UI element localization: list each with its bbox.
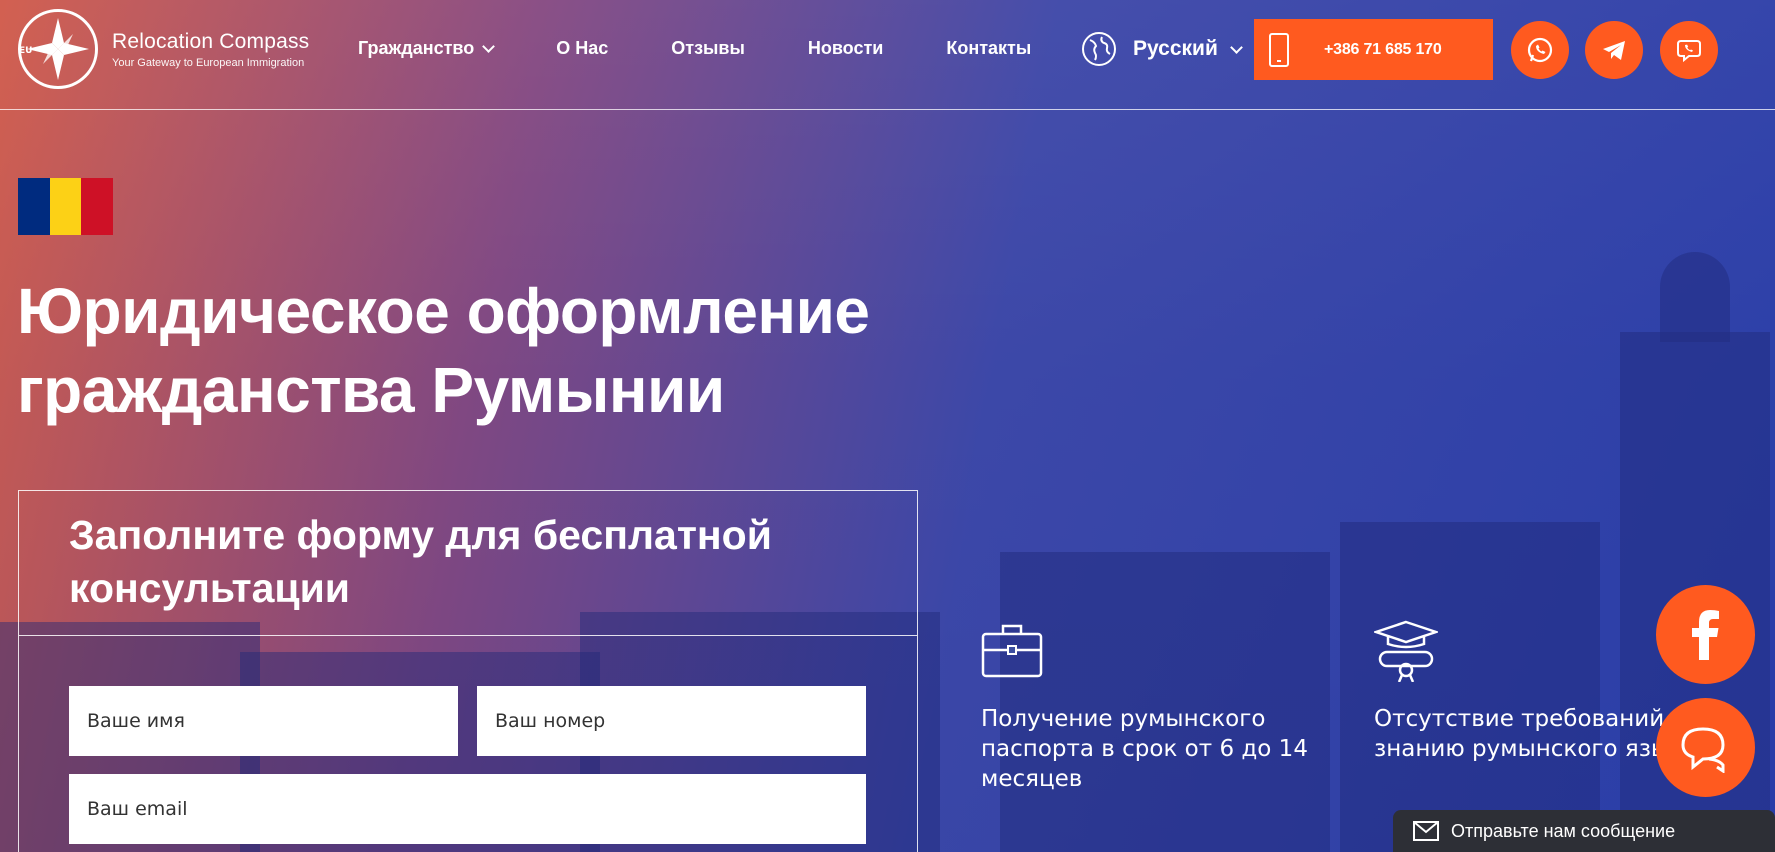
page-title-line-2: гражданства Румынии [17, 354, 725, 426]
facebook-button[interactable] [1656, 585, 1755, 684]
envelope-icon [1413, 821, 1439, 841]
nav-item-reviews[interactable]: Отзывы [671, 38, 745, 59]
logo[interactable]: EU Relocation Compass Your Gateway to Eu… [18, 9, 309, 89]
nav-item-citizenship[interactable]: Гражданство [358, 38, 496, 59]
language-selector[interactable]: Русский [1081, 31, 1243, 67]
phone-field[interactable] [477, 686, 866, 756]
consultation-form: Заполните форму для бесплатной консульта… [18, 490, 918, 852]
nav-item-label: О Нас [556, 38, 609, 58]
whatsapp-button[interactable] [1511, 21, 1569, 79]
brand-title: Relocation Compass [112, 29, 310, 53]
nav-item-contacts[interactable]: Контакты [946, 38, 1031, 59]
nav-item-label: Контакты [946, 38, 1032, 58]
form-title: Заполните форму для бесплатной консульта… [69, 512, 772, 611]
chevron-down-icon [482, 40, 496, 53]
whatsapp-icon [1527, 37, 1553, 63]
romania-flag [18, 178, 114, 235]
email-field[interactable] [69, 774, 866, 844]
language-label: Русский [1133, 37, 1218, 60]
compass-logo-icon: EU [18, 9, 98, 89]
mobile-phone-icon [1269, 32, 1289, 67]
site-header: EU Relocation Compass Your Gateway to Eu… [0, 0, 1775, 110]
graduation-diploma-icon [1372, 620, 1440, 683]
viber-icon [1677, 40, 1701, 63]
telegram-button[interactable] [1585, 21, 1643, 79]
main-nav: Гражданство О Нас Отзывы Новости Контакт… [358, 38, 1094, 59]
logo-eu-badge: EU [19, 46, 33, 56]
nav-item-news[interactable]: Новости [808, 38, 883, 59]
phone-button[interactable]: +386 71 685 170 [1254, 19, 1493, 80]
nav-item-label: Новости [807, 38, 884, 58]
send-message-label: Отправьте нам сообщение [1451, 820, 1676, 841]
feature-passport: Получение румынского паспорта в срок от … [981, 620, 1361, 794]
nav-item-about[interactable]: О Нас [556, 38, 608, 59]
send-message-bar[interactable]: Отправьте нам сообщение [1393, 810, 1775, 852]
viber-button[interactable] [1660, 21, 1718, 79]
briefcase-icon [981, 624, 1043, 678]
page-title: Юридическое оформление гражданства Румын… [17, 272, 917, 430]
name-field[interactable] [69, 686, 458, 756]
nav-item-label: Отзывы [671, 38, 745, 58]
chat-bubbles-icon [1680, 726, 1725, 773]
telegram-icon [1603, 41, 1625, 60]
page-title-line-1: Юридическое оформление [17, 275, 870, 347]
chevron-down-icon [1229, 40, 1243, 54]
brand-subtitle: Your Gateway to European Immigration [112, 56, 305, 69]
feature-text: Получение румынского паспорта в срок от … [981, 706, 1308, 792]
globe-icon [1082, 32, 1116, 66]
facebook-icon [1691, 609, 1719, 660]
phone-number: +386 71 685 170 [1324, 40, 1442, 58]
chat-button[interactable] [1656, 698, 1755, 797]
nav-item-label: Гражданство [358, 38, 475, 58]
